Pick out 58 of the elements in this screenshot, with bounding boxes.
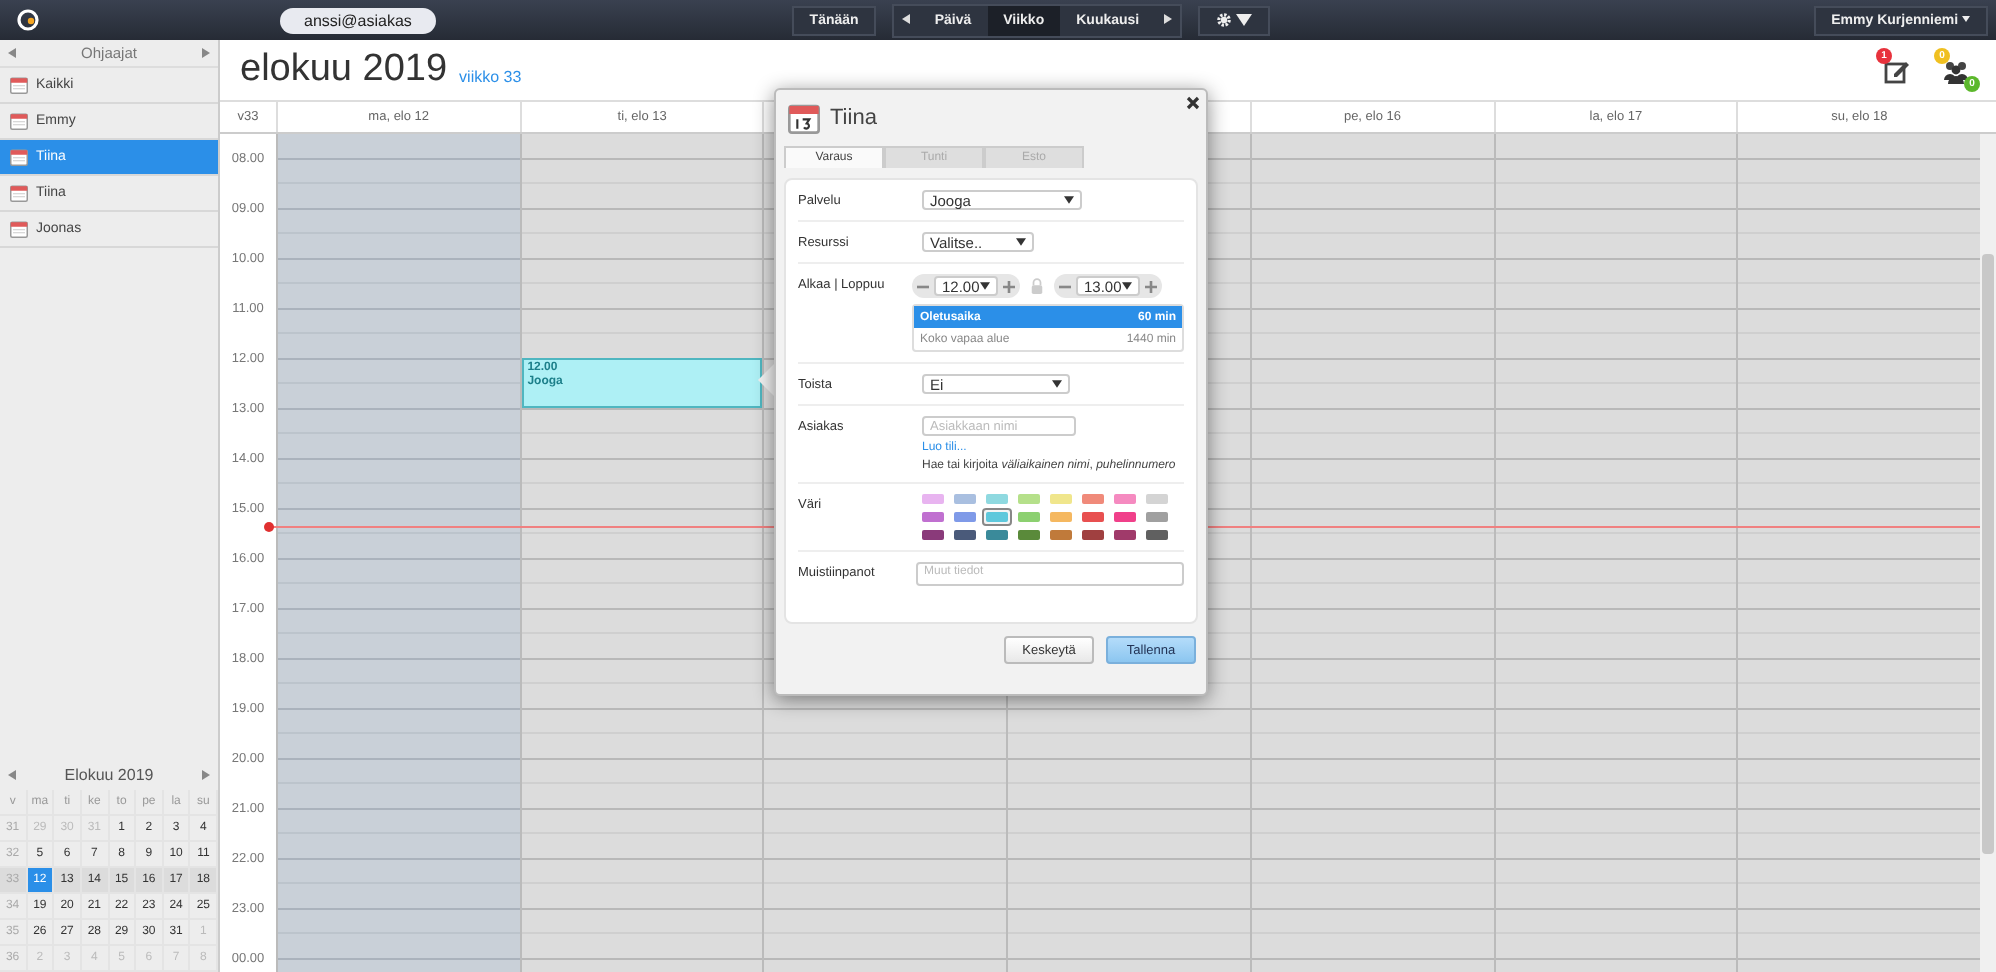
plus-icon[interactable]	[1002, 279, 1016, 293]
settings-icon	[1215, 12, 1232, 28]
settings-button[interactable]	[1197, 5, 1270, 35]
color-swatch[interactable]	[918, 526, 948, 544]
color-swatch[interactable]	[918, 490, 948, 508]
color-swatch[interactable]	[1078, 490, 1108, 508]
color-swatch[interactable]	[1014, 490, 1044, 508]
color-swatch[interactable]	[982, 490, 1012, 508]
calendar-icon	[10, 220, 28, 238]
color-swatch[interactable]	[1110, 508, 1140, 526]
plus-icon[interactable]	[1144, 279, 1158, 293]
color-swatch[interactable]	[982, 526, 1012, 544]
color-swatch[interactable]	[950, 508, 980, 526]
color-swatch[interactable]	[1014, 526, 1044, 544]
color-swatch[interactable]	[982, 508, 1012, 526]
caret-icon	[1122, 282, 1132, 290]
calendar-icon	[10, 76, 28, 94]
color-swatch[interactable]	[1142, 526, 1172, 544]
color-swatch[interactable]	[1110, 490, 1140, 508]
caret-icon	[1064, 196, 1074, 204]
left-arrow-icon[interactable]	[8, 48, 16, 58]
calendar-icon	[10, 112, 28, 130]
right-triangle-icon	[1163, 13, 1172, 23]
caret-icon	[980, 282, 990, 290]
color-swatch[interactable]	[918, 508, 948, 526]
color-swatch[interactable]	[1014, 508, 1044, 526]
caret-icon	[1235, 12, 1252, 28]
previous-button[interactable]	[894, 5, 919, 35]
color-swatch[interactable]	[1110, 526, 1140, 544]
month-heading: elokuu 2019	[240, 48, 448, 92]
color-swatch[interactable]	[1046, 508, 1076, 526]
calendar-icon	[788, 102, 820, 134]
color-swatch[interactable]	[1046, 526, 1076, 544]
color-swatch[interactable]	[1142, 508, 1172, 526]
right-arrow-icon[interactable]	[201, 769, 210, 779]
caret-icon	[1016, 238, 1026, 246]
color-swatch[interactable]	[1078, 526, 1108, 544]
right-arrow-icon[interactable]	[202, 48, 210, 58]
color-swatch[interactable]	[950, 526, 980, 544]
logo-icon[interactable]	[16, 8, 40, 32]
dialog-title: Tiina	[830, 106, 877, 130]
scrollbar[interactable]	[1980, 134, 1996, 972]
next-button[interactable]	[1155, 5, 1180, 35]
left-triangle-icon	[902, 13, 911, 23]
caret-icon	[1052, 380, 1062, 388]
color-swatch[interactable]	[950, 490, 980, 508]
close-icon[interactable]	[1186, 96, 1200, 110]
calendar-icon	[10, 148, 28, 166]
month-title: Elokuu 2019	[64, 765, 154, 783]
caret-icon	[1962, 13, 1970, 23]
color-swatch[interactable]	[1142, 490, 1172, 508]
week-link[interactable]: viikko 33	[459, 67, 522, 85]
calendar-icon	[10, 184, 28, 202]
color-swatch[interactable]	[1046, 490, 1076, 508]
left-arrow-icon[interactable]	[8, 769, 16, 779]
account-field[interactable]: anssi@asiakas	[280, 7, 436, 33]
lock-icon[interactable]	[1030, 278, 1044, 294]
color-swatch[interactable]	[1078, 508, 1108, 526]
